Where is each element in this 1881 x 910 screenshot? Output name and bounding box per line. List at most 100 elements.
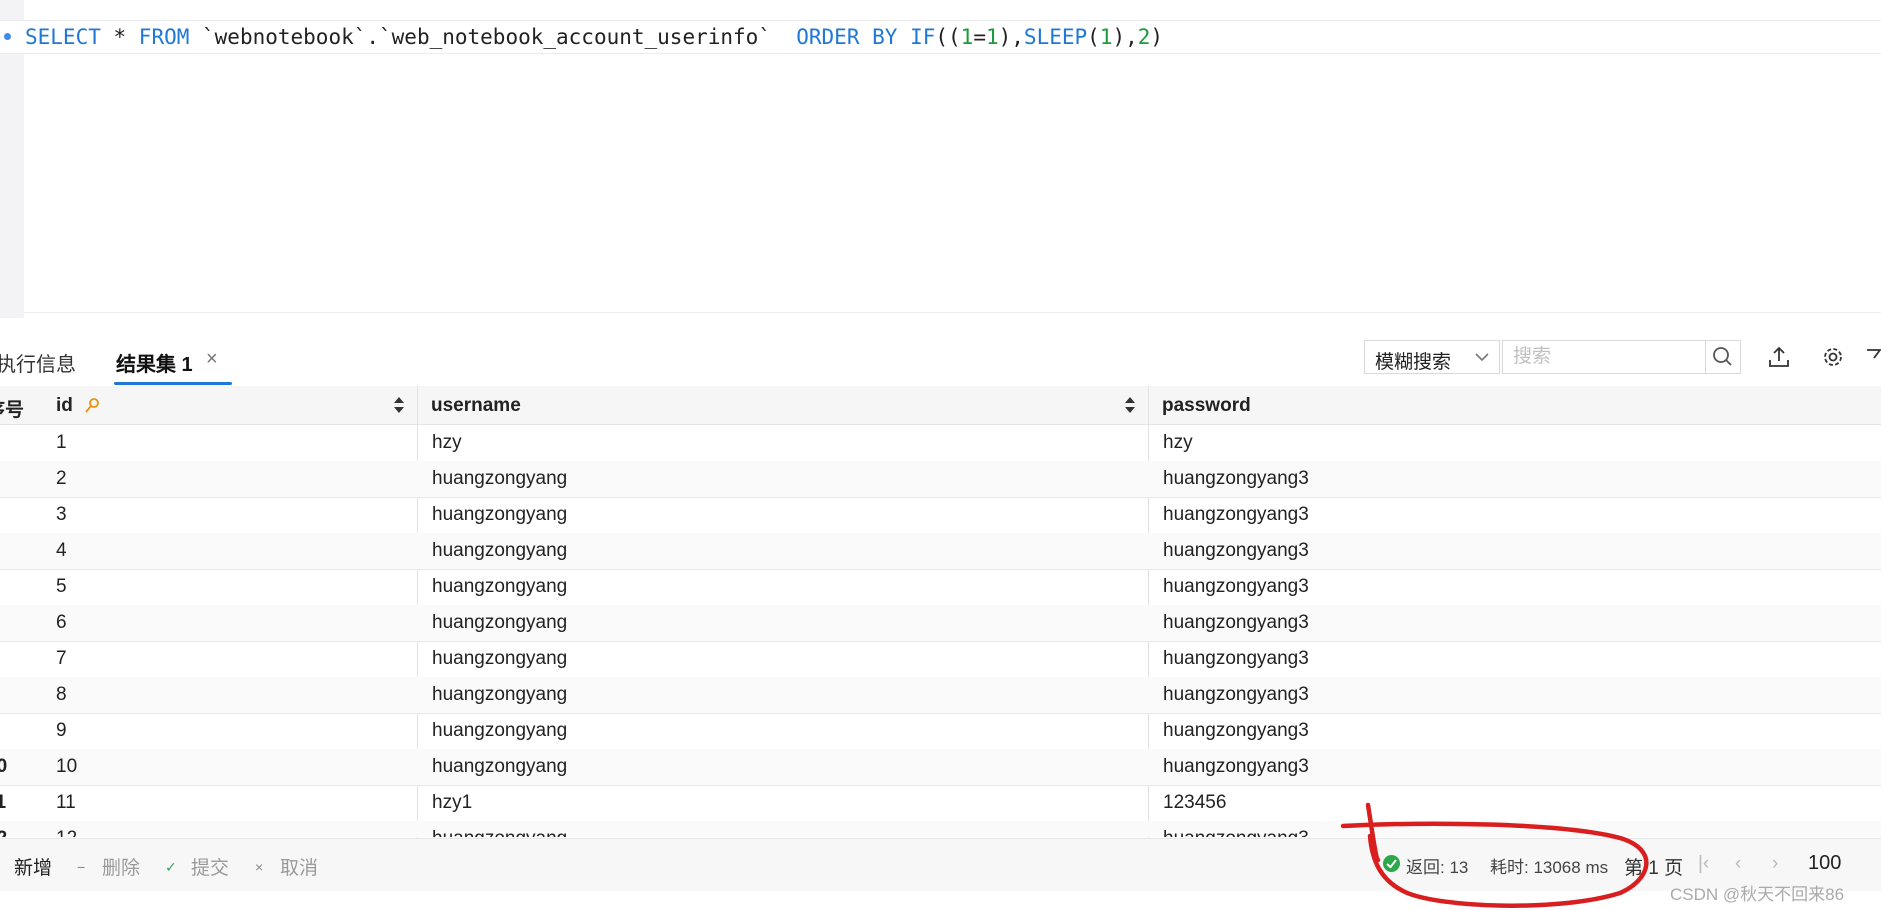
minus-icon: − bbox=[77, 859, 86, 875]
sql-text: * bbox=[100, 25, 139, 49]
sql-text: ) bbox=[1150, 25, 1164, 49]
key-icon bbox=[85, 398, 99, 413]
table-row[interactable]: 77huangzongyanghuangzongyang3 bbox=[0, 641, 1881, 678]
gear-icon[interactable] bbox=[1820, 344, 1846, 370]
table-row[interactable]: 10 10 huangzongyang huangzongyang3 bbox=[0, 749, 1881, 786]
sql-number: 2 bbox=[1137, 25, 1151, 49]
cell-password[interactable]: huangzongyang3 bbox=[1163, 612, 1309, 634]
cell-username[interactable]: hzy bbox=[432, 432, 462, 454]
editor-divider bbox=[24, 312, 1881, 313]
cell-password[interactable]: huangzongyang3 bbox=[1163, 756, 1309, 778]
cell-username[interactable]: hzy1 bbox=[432, 792, 472, 814]
sort-icon[interactable] bbox=[1124, 394, 1136, 416]
table-row[interactable]: 33huangzongyanghuangzongyang3 bbox=[0, 497, 1881, 534]
sql-query-text[interactable]: SELECT * FROM `webnotebook`.`web_noteboo… bbox=[25, 24, 1163, 50]
result-grid-body: 11hzyhzy22huangzongyanghuangzongyang333h… bbox=[0, 425, 1881, 837]
sql-keyword: SELECT bbox=[25, 25, 101, 49]
cell-username[interactable]: huangzongyang bbox=[432, 648, 567, 670]
cell-password[interactable]: huangzongyang3 bbox=[1163, 576, 1309, 598]
cell-password[interactable]: huangzongyang3 bbox=[1163, 828, 1309, 837]
page-size-select[interactable]: 100 bbox=[1808, 852, 1841, 875]
cell-id[interactable]: 7 bbox=[56, 648, 67, 670]
cell-seq[interactable]: 11 bbox=[0, 792, 6, 814]
sql-editor[interactable]: SELECT * FROM `webnotebook`.`web_noteboo… bbox=[0, 0, 1881, 318]
cell-id[interactable]: 3 bbox=[56, 504, 67, 526]
cell-id[interactable]: 6 bbox=[56, 612, 67, 634]
sql-text: (( bbox=[935, 25, 961, 49]
cell-password[interactable]: huangzongyang3 bbox=[1163, 648, 1309, 670]
table-row[interactable]: 66huangzongyanghuangzongyang3 bbox=[0, 605, 1881, 642]
tab-result-set-1[interactable]: 结果集 1 bbox=[116, 348, 193, 377]
cell-username[interactable]: huangzongyang bbox=[432, 612, 567, 634]
cell-seq[interactable]: 10 bbox=[0, 756, 7, 778]
sql-keyword: IF bbox=[910, 25, 936, 49]
cell-username[interactable]: huangzongyang bbox=[432, 576, 567, 598]
sort-icon[interactable] bbox=[393, 394, 405, 416]
cell-username[interactable]: huangzongyang bbox=[432, 756, 567, 778]
col-header-seq[interactable]: 序号 bbox=[0, 395, 24, 422]
cell-id[interactable]: 11 bbox=[56, 792, 76, 814]
cell-password[interactable]: huangzongyang3 bbox=[1163, 468, 1309, 490]
cell-id[interactable]: 2 bbox=[56, 468, 67, 490]
check-icon: ✓ bbox=[165, 859, 177, 875]
filter-icon[interactable] bbox=[1866, 344, 1881, 370]
cell-id[interactable]: 9 bbox=[56, 720, 67, 742]
tab-exec-info[interactable]: 执行信息 bbox=[0, 348, 76, 377]
next-page-icon[interactable]: › bbox=[1772, 853, 1778, 875]
cell-password[interactable]: 123456 bbox=[1163, 792, 1226, 814]
cell-username[interactable]: huangzongyang bbox=[432, 720, 567, 742]
table-row[interactable]: 99huangzongyanghuangzongyang3 bbox=[0, 713, 1881, 750]
cell-id[interactable]: 8 bbox=[56, 684, 67, 706]
delete-button[interactable]: 删除 bbox=[102, 853, 140, 880]
table-row[interactable]: 55huangzongyanghuangzongyang3 bbox=[0, 569, 1881, 606]
cell-id[interactable]: 4 bbox=[56, 540, 67, 562]
table-row[interactable]: 22huangzongyanghuangzongyang3 bbox=[0, 461, 1881, 498]
cell-id[interactable]: 1 bbox=[56, 432, 67, 454]
sql-number: 1 bbox=[960, 25, 974, 49]
cell-username[interactable]: huangzongyang bbox=[432, 540, 567, 562]
cancel-button[interactable]: 取消 bbox=[280, 853, 318, 880]
table-row[interactable]: 11 11 hzy1 123456 bbox=[0, 785, 1881, 822]
add-button[interactable]: 新增 bbox=[14, 853, 52, 880]
col-header-password[interactable]: password bbox=[1162, 395, 1251, 417]
cell-id[interactable]: 5 bbox=[56, 576, 67, 598]
cell-id[interactable]: 10 bbox=[56, 756, 77, 778]
returned-count: 返回: 13 bbox=[1406, 858, 1469, 877]
cell-password[interactable]: huangzongyang3 bbox=[1163, 720, 1309, 742]
prev-page-icon[interactable]: ‹ bbox=[1735, 853, 1741, 875]
cell-password[interactable]: huangzongyang3 bbox=[1163, 540, 1309, 562]
table-row[interactable]: 11hzyhzy bbox=[0, 425, 1881, 462]
close-icon[interactable]: × bbox=[206, 348, 218, 371]
search-icon bbox=[1713, 347, 1732, 366]
cell-password[interactable]: huangzongyang3 bbox=[1163, 504, 1309, 526]
grid-footer: 新增 − 删除 ✓ 提交 × 取消 返回: 13 耗时: 13068 ms 第 … bbox=[0, 838, 1881, 891]
cell-username[interactable]: huangzongyang bbox=[432, 828, 567, 837]
col-header-username[interactable]: username bbox=[431, 395, 521, 417]
cell-username[interactable]: huangzongyang bbox=[432, 684, 567, 706]
submit-button[interactable]: 提交 bbox=[191, 853, 229, 880]
cell-password[interactable]: hzy bbox=[1163, 432, 1193, 454]
chevron-down-icon bbox=[1475, 353, 1489, 362]
cell-password[interactable]: huangzongyang3 bbox=[1163, 684, 1309, 706]
table-row[interactable]: 88huangzongyanghuangzongyang3 bbox=[0, 677, 1881, 714]
table-row[interactable]: 12 12 huangzongyang huangzongyang3 bbox=[0, 821, 1881, 837]
table-row[interactable]: 44huangzongyanghuangzongyang3 bbox=[0, 533, 1881, 570]
active-tab-indicator bbox=[114, 382, 232, 385]
current-page: 第 1 页 bbox=[1624, 858, 1684, 879]
search-input[interactable] bbox=[1502, 340, 1706, 374]
cell-username[interactable]: huangzongyang bbox=[432, 468, 567, 490]
fuzzy-search-label: 模糊搜索 bbox=[1375, 352, 1452, 373]
fuzzy-search-dropdown[interactable]: 模糊搜索 bbox=[1364, 340, 1500, 374]
sql-keyword: ORDER BY bbox=[796, 25, 898, 49]
cell-id[interactable]: 12 bbox=[56, 828, 77, 837]
export-icon[interactable] bbox=[1766, 344, 1792, 370]
col-header-id[interactable]: id bbox=[56, 395, 73, 417]
cell-username[interactable]: huangzongyang bbox=[432, 504, 567, 526]
sql-text: = bbox=[973, 25, 986, 49]
first-page-icon[interactable]: |‹ bbox=[1698, 853, 1709, 875]
search-button[interactable] bbox=[1705, 340, 1741, 374]
cell-seq[interactable]: 12 bbox=[0, 828, 7, 837]
watermark: CSDN @秋天不回来86 bbox=[1670, 885, 1845, 904]
sql-number: 1 bbox=[985, 25, 999, 49]
